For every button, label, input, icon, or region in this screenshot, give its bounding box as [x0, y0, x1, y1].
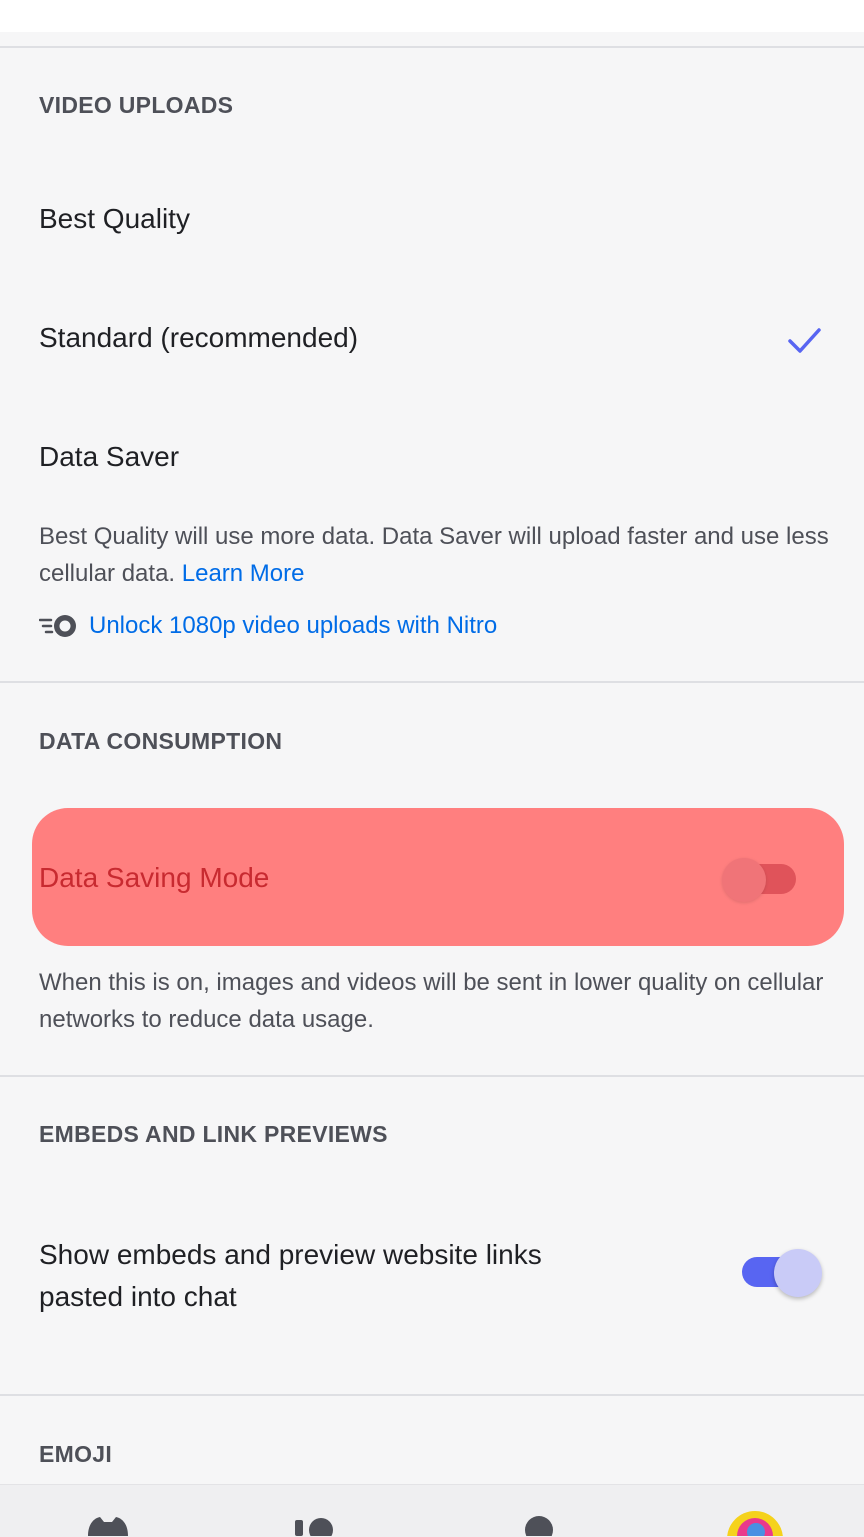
- description-text: Best Quality will use more data. Data Sa…: [39, 523, 829, 587]
- nitro-upsell-link[interactable]: Unlock 1080p video uploads with Nitro: [39, 606, 497, 646]
- option-data-saver[interactable]: Data Saver: [0, 403, 864, 513]
- learn-more-link[interactable]: Learn More: [182, 560, 305, 587]
- divider: [0, 1394, 864, 1396]
- embeds-label-line2: pasted into chat: [39, 1281, 237, 1312]
- calls-icon[interactable]: [293, 1514, 337, 1536]
- option-standard[interactable]: Standard (recommended): [0, 284, 864, 394]
- divider: [0, 46, 864, 48]
- data-saving-description: When this is on, images and videos will …: [39, 969, 824, 1033]
- data-saving-mode-label: Data Saving Mode: [39, 862, 270, 893]
- video-uploads-description: Best Quality will use more data. Data Sa…: [39, 518, 829, 592]
- avatar-icon[interactable]: [726, 1510, 784, 1536]
- home-icon[interactable]: [82, 1514, 134, 1536]
- option-label: Data Saver: [39, 441, 180, 472]
- section-header-data-consumption: DATA CONSUMPTION: [39, 728, 283, 754]
- checkmark-icon: [788, 328, 821, 353]
- embeds-label-line1: Show embeds and preview website links: [39, 1239, 542, 1270]
- nitro-icon: [39, 615, 76, 637]
- option-best-quality[interactable]: Best Quality: [0, 165, 864, 275]
- profile-icon[interactable]: [522, 1514, 556, 1536]
- toggle-knob: [774, 1249, 822, 1297]
- embeds-toggle-label: Show embeds and preview website links pa…: [39, 1234, 542, 1318]
- section-header-video-uploads: VIDEO UPLOADS: [39, 92, 234, 118]
- top-bar: [0, 0, 864, 32]
- option-label: Standard (recommended): [39, 322, 359, 353]
- section-header-emoji: EMOJI: [39, 1441, 113, 1467]
- divider: [0, 681, 864, 683]
- nitro-link-text: Unlock 1080p video uploads with Nitro: [89, 612, 498, 639]
- embeds-toggle-row[interactable]: Show embeds and preview website links pa…: [0, 1220, 864, 1330]
- data-saving-mode-toggle[interactable]: [722, 858, 798, 902]
- section-header-embeds: EMBEDS AND LINK PREVIEWS: [39, 1121, 388, 1147]
- embeds-toggle[interactable]: [738, 1249, 822, 1297]
- option-label: Best Quality: [39, 203, 190, 234]
- divider: [0, 1075, 864, 1077]
- toggle-knob: [722, 858, 766, 902]
